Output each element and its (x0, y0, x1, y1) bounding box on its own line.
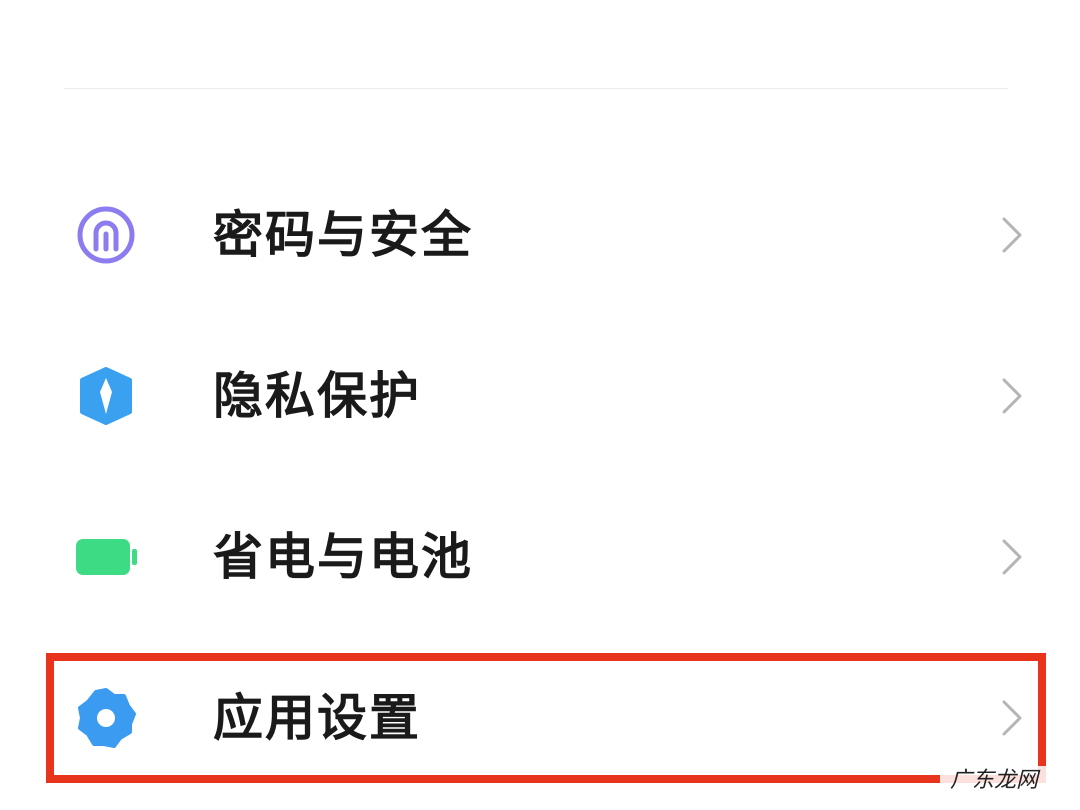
settings-item-label: 省电与电池 (213, 528, 473, 586)
fingerprint-icon (74, 203, 138, 267)
chevron-right-icon (996, 696, 1026, 740)
chevron-right-icon (996, 213, 1026, 257)
settings-item-label: 密码与安全 (213, 206, 473, 264)
privacy-shield-icon (74, 364, 138, 428)
watermark: 广东龙网 (940, 766, 1048, 796)
chevron-right-icon (996, 535, 1026, 579)
settings-screen: 密码与安全 隐私保护 省电与电池 应用设置 广东龙网 (0, 0, 1080, 810)
settings-item-privacy[interactable]: 隐私保护 (0, 316, 1080, 476)
chevron-right-icon (996, 374, 1026, 418)
settings-list: 密码与安全 隐私保护 省电与电池 应用设置 (0, 0, 1080, 810)
settings-item-app-settings[interactable]: 应用设置 (0, 638, 1080, 798)
settings-item-password-security[interactable]: 密码与安全 (0, 155, 1080, 315)
battery-icon (74, 525, 138, 589)
settings-item-label: 应用设置 (213, 689, 421, 747)
settings-item-label: 隐私保护 (213, 367, 421, 425)
settings-item-battery[interactable]: 省电与电池 (0, 477, 1080, 637)
gear-icon (74, 686, 138, 750)
